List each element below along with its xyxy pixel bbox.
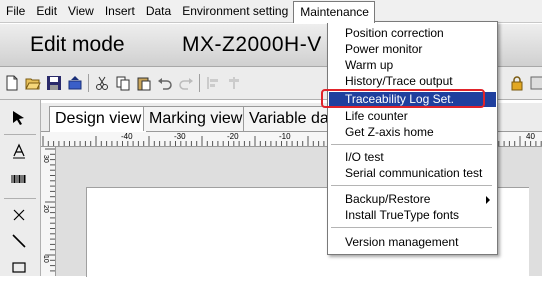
menu-item-position-correction[interactable]: Position correction xyxy=(329,26,496,41)
open-folder-icon[interactable] xyxy=(24,74,42,92)
align-center-icon[interactable] xyxy=(225,74,243,92)
tool-palette xyxy=(0,100,41,276)
callout-highlight-box xyxy=(321,89,485,108)
tab-design-view[interactable]: Design view xyxy=(49,106,148,132)
ruler-label: -30 xyxy=(174,132,186,141)
ruler-label: 10 xyxy=(42,255,49,263)
tab-variable-data[interactable]: Variable da xyxy=(243,106,335,131)
align-icon[interactable] xyxy=(204,74,222,92)
menu-item-power-monitor[interactable]: Power monitor xyxy=(329,42,496,57)
menu-item-warm-up[interactable]: Warm up xyxy=(329,58,496,73)
toolbar-overflow-icon[interactable] xyxy=(528,74,542,92)
menu-separator xyxy=(331,185,492,186)
ruler-label: -40 xyxy=(121,132,133,141)
barcode-icon[interactable] xyxy=(8,168,30,190)
ruler-label: 40 xyxy=(526,132,535,141)
palette-separator xyxy=(4,134,36,135)
paste-icon[interactable] xyxy=(135,74,153,92)
model-label: MX-Z2000H-V xyxy=(182,33,322,56)
menu-separator xyxy=(331,227,492,228)
menu-insert[interactable]: Insert xyxy=(99,1,140,21)
menu-item-io-test[interactable]: I/O test xyxy=(329,150,496,165)
palette-separator xyxy=(4,198,36,199)
tab-marking-view[interactable]: Marking view xyxy=(143,106,249,131)
menu-separator xyxy=(331,144,492,145)
menu-view[interactable]: View xyxy=(62,1,99,21)
lock-icon[interactable] xyxy=(508,74,526,92)
menu-item-history-trace-output[interactable]: History/Trace output xyxy=(329,74,496,89)
menu-data[interactable]: Data xyxy=(140,1,176,21)
toolbar-separator xyxy=(199,74,200,92)
ruler-label: 30 xyxy=(42,155,49,163)
menu-item-label: Backup/Restore xyxy=(345,192,431,206)
undo-icon[interactable] xyxy=(156,74,174,92)
menu-bar: File Edit View Insert Data Environment s… xyxy=(0,0,542,23)
vertical-ruler: 30 20 10 xyxy=(41,147,56,276)
toolbar-separator xyxy=(88,74,89,92)
new-file-icon[interactable] xyxy=(3,74,21,92)
text-icon[interactable] xyxy=(8,140,30,162)
save-icon[interactable] xyxy=(45,74,63,92)
menu-maintenance[interactable]: Maintenance xyxy=(293,1,375,23)
maintenance-menu: Position correction Power monitor Warm u… xyxy=(327,21,498,255)
menu-item-version-management[interactable]: Version management xyxy=(329,235,496,250)
mode-label: Edit mode xyxy=(30,33,125,56)
menu-item-serial-communication-test[interactable]: Serial communication test xyxy=(329,166,496,181)
pointer-icon[interactable] xyxy=(8,106,30,128)
cross-icon[interactable] xyxy=(8,204,30,226)
ruler-label: -10 xyxy=(279,132,291,141)
rectangle-icon[interactable] xyxy=(8,256,30,278)
line-icon[interactable] xyxy=(8,230,30,252)
transfer-icon[interactable] xyxy=(66,74,84,92)
copy-icon[interactable] xyxy=(114,74,132,92)
submenu-arrow-icon xyxy=(486,196,490,204)
ruler-label: 20 xyxy=(42,205,49,213)
menu-item-install-truetype-fonts[interactable]: Install TrueType fonts xyxy=(329,208,496,223)
cut-icon[interactable] xyxy=(93,74,111,92)
menu-item-life-counter[interactable]: Life counter xyxy=(329,109,496,124)
menu-item-get-z-axis-home[interactable]: Get Z-axis home xyxy=(329,125,496,140)
redo-icon[interactable] xyxy=(177,74,195,92)
menu-item-backup-restore[interactable]: Backup/Restore xyxy=(329,192,496,207)
ruler-label: -20 xyxy=(227,132,239,141)
menu-environment-setting[interactable]: Environment setting xyxy=(176,1,293,21)
menu-edit[interactable]: Edit xyxy=(30,1,62,21)
menu-file[interactable]: File xyxy=(0,1,30,21)
